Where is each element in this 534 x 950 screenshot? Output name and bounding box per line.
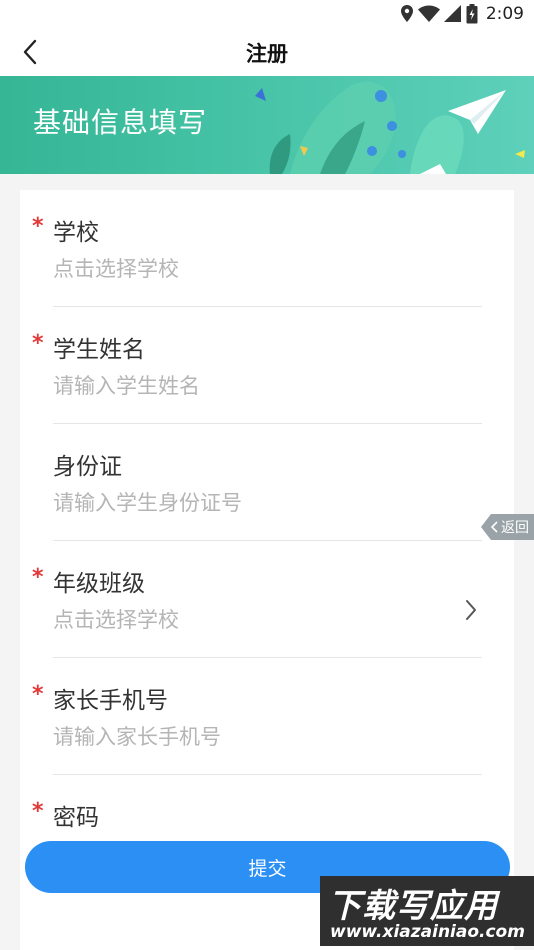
id-card-input[interactable]: 请输入学生身份证号: [53, 487, 242, 517]
side-back-label: 返回: [501, 520, 529, 536]
grade-class-select[interactable]: 点击选择学校: [53, 604, 179, 634]
field-label: 年级班级: [53, 571, 145, 597]
school-field[interactable]: * 学校 点击选择学校: [20, 190, 514, 307]
nav-bar: 注册: [0, 28, 534, 76]
form-card: * 学校 点击选择学校 * 学生姓名 请输入学生姓名 身份证 请输入学生身份证号…: [20, 190, 514, 950]
status-time: 2:09: [485, 4, 524, 24]
field-label: 身份证: [53, 454, 122, 480]
id-card-field[interactable]: 身份证 请输入学生身份证号: [20, 424, 514, 541]
chevron-right-icon[interactable]: [464, 598, 478, 622]
required-asterisk: *: [32, 565, 44, 590]
signal-icon: [443, 5, 461, 22]
banner: 基础信息填写: [0, 76, 534, 174]
status-bar: 2:09: [0, 0, 534, 28]
student-name-input[interactable]: 请输入学生姓名: [53, 370, 200, 400]
parent-phone-input[interactable]: 请输入家长手机号: [53, 721, 221, 751]
grade-class-field[interactable]: * 年级班级 点击选择学校: [20, 541, 514, 658]
watermark: 下载写应用 www.xiazainiao.com: [320, 876, 534, 946]
wifi-icon: [417, 5, 440, 22]
field-label: 密码: [53, 805, 99, 831]
field-label: 学校: [53, 220, 99, 246]
required-asterisk: *: [32, 682, 44, 707]
watermark-title: 下载写应用: [328, 886, 498, 925]
field-label: 家长手机号: [53, 688, 168, 714]
banner-title: 基础信息填写: [33, 106, 208, 139]
battery-icon: [466, 4, 478, 24]
field-label: 学生姓名: [53, 337, 145, 363]
status-icons: 2:09: [400, 3, 524, 25]
side-back-tab[interactable]: 返回: [481, 514, 534, 540]
page-title: 注册: [246, 42, 288, 66]
student-name-field[interactable]: * 学生姓名 请输入学生姓名: [20, 307, 514, 424]
location-icon: [400, 5, 413, 22]
required-asterisk: *: [32, 799, 44, 824]
watermark-url: www.xiazainiao.com: [330, 922, 525, 942]
required-asterisk: *: [32, 331, 44, 356]
parent-phone-field[interactable]: * 家长手机号 请输入家长手机号: [20, 658, 514, 775]
required-asterisk: *: [32, 214, 44, 239]
school-select[interactable]: 点击选择学校: [53, 253, 179, 283]
